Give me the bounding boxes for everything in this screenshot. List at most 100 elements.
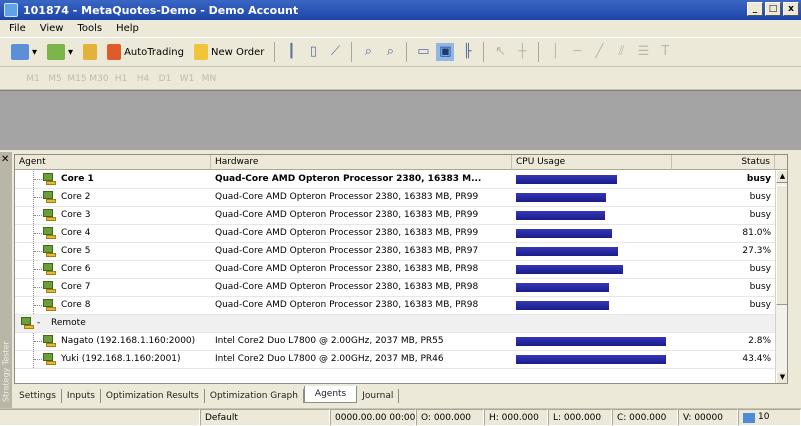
agent-name: Core 7 <box>61 282 91 292</box>
zoom-in-icon[interactable]: ⌕ <box>359 43 377 61</box>
table-row[interactable]: Core 4 Quad-Core AMD Opteron Processor 23… <box>15 225 775 243</box>
column-header-status[interactable]: Status <box>672 155 775 170</box>
vertical-scrollbar[interactable]: ▲ ▼ <box>775 170 787 383</box>
table-row[interactable]: Core 3 Quad-Core AMD Opteron Processor 23… <box>15 207 775 225</box>
cpu-usage-bar <box>516 175 617 184</box>
hardware-description: Quad-Core AMD Opteron Processor 2380, 16… <box>215 228 479 238</box>
agent-icon <box>43 245 57 258</box>
cpu-usage-bar <box>516 301 609 310</box>
tab-optimization-graph[interactable]: Optimization Graph <box>205 389 304 403</box>
new-order-label: New Order <box>210 46 265 58</box>
zoom-out-icon[interactable]: ⌕ <box>381 43 399 61</box>
main-toolbar: ▾ ▾ AutoTrading New Order ┃ ▯ ⟋ ⌕ ⌕ ▭ ▣ … <box>0 37 801 67</box>
hardware-description: Quad-Core AMD Opteron Processor 2380, 16… <box>215 192 479 202</box>
timeframe-h1[interactable]: H1 <box>110 74 132 84</box>
collapse-icon[interactable]: - <box>37 315 45 332</box>
status-empty <box>0 409 200 426</box>
app-icon <box>4 3 18 17</box>
scroll-up-icon[interactable]: ▲ <box>776 170 787 183</box>
agents-table: Agent Hardware CPU Usage Status Core 1 Qu… <box>14 154 788 384</box>
column-header-hardware[interactable]: Hardware <box>211 155 512 170</box>
timeframe-m1[interactable]: M1 <box>22 74 44 84</box>
tab-optimization-results[interactable]: Optimization Results <box>101 389 205 403</box>
status-connection[interactable]: 10 <box>738 409 801 426</box>
menu-tools[interactable]: Tools <box>70 23 109 34</box>
table-row[interactable]: Core 8 Quad-Core AMD Opteron Processor 23… <box>15 297 775 315</box>
chart-shift-icon[interactable]: ╟ <box>458 43 476 61</box>
close-button[interactable]: x <box>783 2 799 16</box>
bar-chart-icon[interactable]: ┃ <box>282 43 300 61</box>
menu-view[interactable]: View <box>33 23 71 34</box>
text-tool-icon[interactable]: T <box>656 43 674 61</box>
remote-group-row[interactable]: - Remote <box>15 315 775 333</box>
hardware-description: Quad-Core AMD Opteron Processor 2380, 16… <box>215 264 479 274</box>
timeframe-w1[interactable]: W1 <box>176 74 198 84</box>
menu-help[interactable]: Help <box>109 23 146 34</box>
toolbar-separator <box>351 42 353 62</box>
menu-file[interactable]: File <box>2 23 33 34</box>
tab-inputs[interactable]: Inputs <box>62 389 101 403</box>
table-row[interactable]: Core 1 Quad-Core AMD Opteron Processor 23… <box>15 171 775 189</box>
tab-agents[interactable]: Agents <box>303 386 358 403</box>
status-volume: V: 00000 <box>678 409 738 426</box>
strategy-tester-label: Strategy Tester <box>0 152 12 408</box>
toolbar-separator <box>274 42 276 62</box>
tile-windows-icon[interactable]: ▭ <box>414 43 432 61</box>
cursor-icon[interactable]: ↖ <box>491 43 509 61</box>
agent-icon <box>43 335 57 348</box>
candlestick-icon[interactable]: ▯ <box>304 43 322 61</box>
hardware-description: Quad-Core AMD Opteron Processor 2380, 16… <box>215 282 479 292</box>
agent-icon <box>43 173 57 186</box>
tester-tabs: Settings Inputs Optimization Results Opt… <box>14 385 788 403</box>
close-icon[interactable]: ✕ <box>1 154 11 165</box>
timeframe-m5[interactable]: M5 <box>44 74 66 84</box>
channel-icon[interactable]: ⫽ <box>612 43 630 61</box>
trendline-icon[interactable]: ╱ <box>590 43 608 61</box>
navigator-button[interactable] <box>80 40 100 64</box>
timeframe-d1[interactable]: D1 <box>154 74 176 84</box>
timeframe-m30[interactable]: M30 <box>88 74 110 84</box>
vertical-line-icon[interactable]: │ <box>546 43 564 61</box>
title-bar: 101874 - MetaQuotes-Demo - Demo Account … <box>0 0 801 20</box>
timeframe-h4[interactable]: H4 <box>132 74 154 84</box>
table-row[interactable]: Yuki (192.168.1.160:2001) Intel Core2 Duo… <box>15 351 775 369</box>
agent-status: 81.0% <box>742 228 771 238</box>
horizontal-line-icon[interactable]: ─ <box>568 43 586 61</box>
timeframe-m15[interactable]: M15 <box>66 74 88 84</box>
new-chart-button[interactable]: ▾ <box>8 40 40 64</box>
new-chart-icon <box>11 44 29 60</box>
table-row[interactable]: Nagato (192.168.1.160:2000) Intel Core2 D… <box>15 333 775 351</box>
chart-area[interactable] <box>0 90 801 150</box>
restore-button[interactable]: □ <box>765 2 781 16</box>
table-row[interactable]: Core 2 Quad-Core AMD Opteron Processor 23… <box>15 189 775 207</box>
tab-settings[interactable]: Settings <box>14 389 62 403</box>
strategy-tester-panel: ✕ Strategy Tester Agent Hardware CPU Usa… <box>0 152 801 408</box>
status-open: O: 000.000 <box>416 409 484 426</box>
agent-icon <box>43 191 57 204</box>
profiles-button[interactable]: ▾ <box>44 40 76 64</box>
fibonacci-icon[interactable]: ☰ <box>634 43 652 61</box>
timeframe-mn[interactable]: MN <box>198 74 220 84</box>
connection-traffic: 10 <box>758 412 770 422</box>
autoscroll-icon[interactable]: ▣ <box>436 43 455 61</box>
column-header-cpu-usage[interactable]: CPU Usage <box>512 155 672 170</box>
status-high: H: 000.000 <box>484 409 548 426</box>
network-icon <box>21 317 35 330</box>
tab-journal[interactable]: Journal <box>357 389 400 403</box>
hardware-description: Intel Core2 Duo L7800 @ 2.00GHz, 2037 MB… <box>215 354 444 364</box>
table-row[interactable]: Core 7 Quad-Core AMD Opteron Processor 23… <box>15 279 775 297</box>
toolbar-separator <box>538 42 540 62</box>
column-header-agent[interactable]: Agent <box>15 155 211 170</box>
table-row[interactable]: Core 6 Quad-Core AMD Opteron Processor 23… <box>15 261 775 279</box>
line-chart-icon[interactable]: ⟋ <box>326 43 344 61</box>
new-order-button[interactable]: New Order <box>191 40 267 64</box>
crosshair-icon[interactable]: ┼ <box>513 43 531 61</box>
table-row[interactable]: Core 5 Quad-Core AMD Opteron Processor 23… <box>15 243 775 261</box>
scroll-down-icon[interactable]: ▼ <box>776 371 787 383</box>
agent-icon <box>43 353 57 366</box>
autotrading-button[interactable]: AutoTrading <box>104 40 187 64</box>
agent-name: Core 3 <box>61 210 91 220</box>
hardware-description: Quad-Core AMD Opteron Processor 2380, 16… <box>215 174 482 184</box>
minimize-button[interactable]: _ <box>747 2 763 16</box>
scroll-thumb[interactable] <box>776 185 787 305</box>
